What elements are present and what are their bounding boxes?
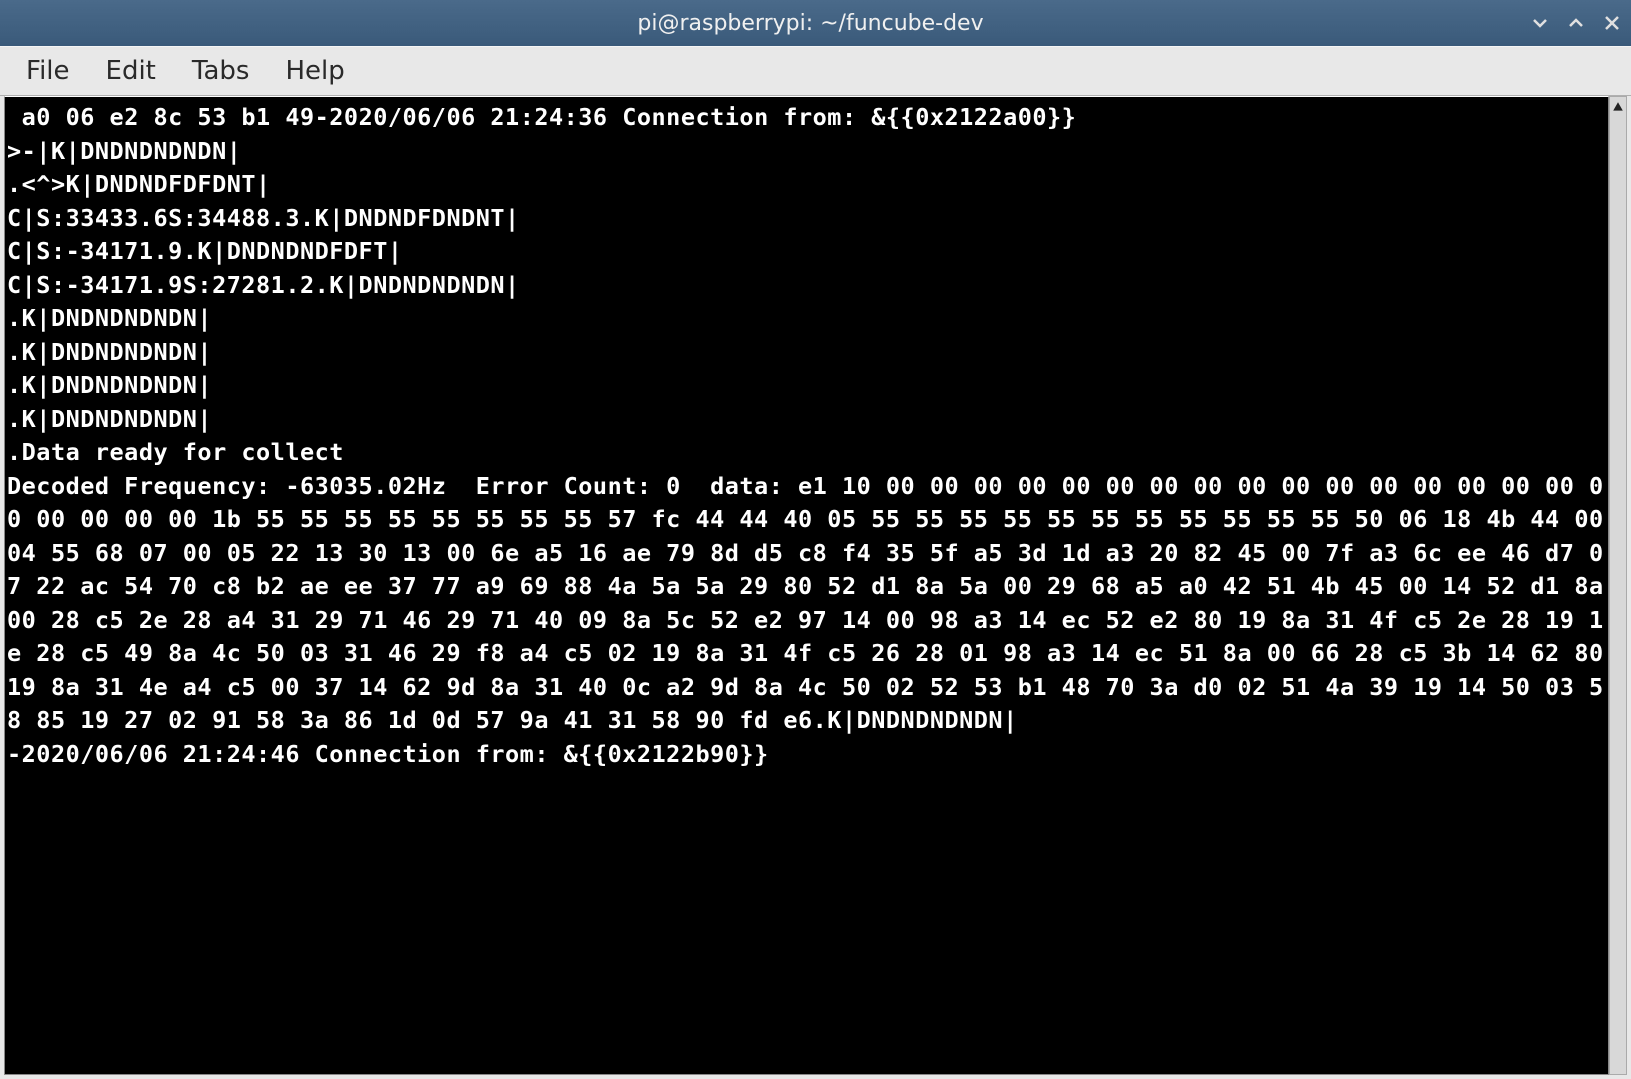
scrollbar[interactable] <box>1609 96 1627 1075</box>
maximize-button[interactable] <box>1567 14 1585 32</box>
menu-file[interactable]: File <box>8 50 88 92</box>
menu-help[interactable]: Help <box>267 50 362 92</box>
terminal-output[interactable]: a0 06 e2 8c 53 b1 49-2020/06/06 21:24:36… <box>4 96 1609 1075</box>
menu-tabs[interactable]: Tabs <box>174 50 268 92</box>
minimize-button[interactable] <box>1531 14 1549 32</box>
close-button[interactable] <box>1603 14 1621 32</box>
close-icon <box>1604 15 1620 31</box>
scroll-up-icon[interactable] <box>1610 99 1625 114</box>
window-title: pi@raspberrypi: ~/funcube-dev <box>90 11 1531 36</box>
app-window: pi@raspberrypi: ~/funcube-dev File Edit … <box>0 0 1631 1079</box>
titlebar: pi@raspberrypi: ~/funcube-dev <box>0 0 1631 46</box>
chevron-down-icon <box>1532 15 1548 31</box>
terminal-container: a0 06 e2 8c 53 b1 49-2020/06/06 21:24:36… <box>0 96 1631 1079</box>
chevron-up-icon <box>1568 15 1584 31</box>
menubar: File Edit Tabs Help <box>0 46 1631 96</box>
window-controls <box>1531 14 1621 32</box>
menu-edit[interactable]: Edit <box>88 50 174 92</box>
